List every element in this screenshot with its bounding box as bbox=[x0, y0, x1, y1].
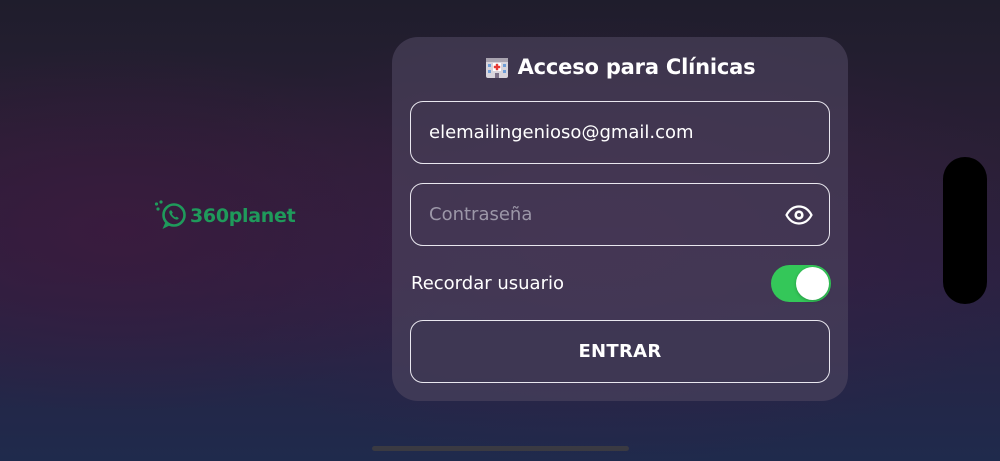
home-indicator[interactable] bbox=[372, 446, 629, 451]
eye-icon bbox=[785, 204, 813, 225]
login-card: Acceso para Clínicas Recordar usuario EN… bbox=[392, 37, 848, 401]
card-title-text: Acceso para Clínicas bbox=[517, 55, 756, 79]
email-input[interactable] bbox=[429, 122, 811, 143]
password-input[interactable] bbox=[429, 204, 785, 225]
remember-user-toggle[interactable] bbox=[771, 264, 831, 302]
password-field[interactable] bbox=[410, 183, 830, 246]
whatsapp-chat-icon bbox=[154, 200, 186, 229]
remember-user-row: Recordar usuario bbox=[411, 263, 831, 303]
submit-button-label: ENTRAR bbox=[578, 341, 662, 362]
show-password-button[interactable] bbox=[785, 204, 813, 225]
side-pill bbox=[943, 157, 987, 304]
email-field[interactable] bbox=[410, 101, 830, 164]
brand-logo: 360planet bbox=[154, 200, 296, 232]
logo-text: 360planet bbox=[190, 205, 296, 227]
card-title: Acceso para Clínicas bbox=[392, 55, 848, 79]
toggle-knob bbox=[796, 266, 829, 300]
hospital-icon bbox=[485, 58, 508, 78]
remember-user-label: Recordar usuario bbox=[411, 272, 564, 294]
submit-button[interactable]: ENTRAR bbox=[410, 320, 830, 383]
